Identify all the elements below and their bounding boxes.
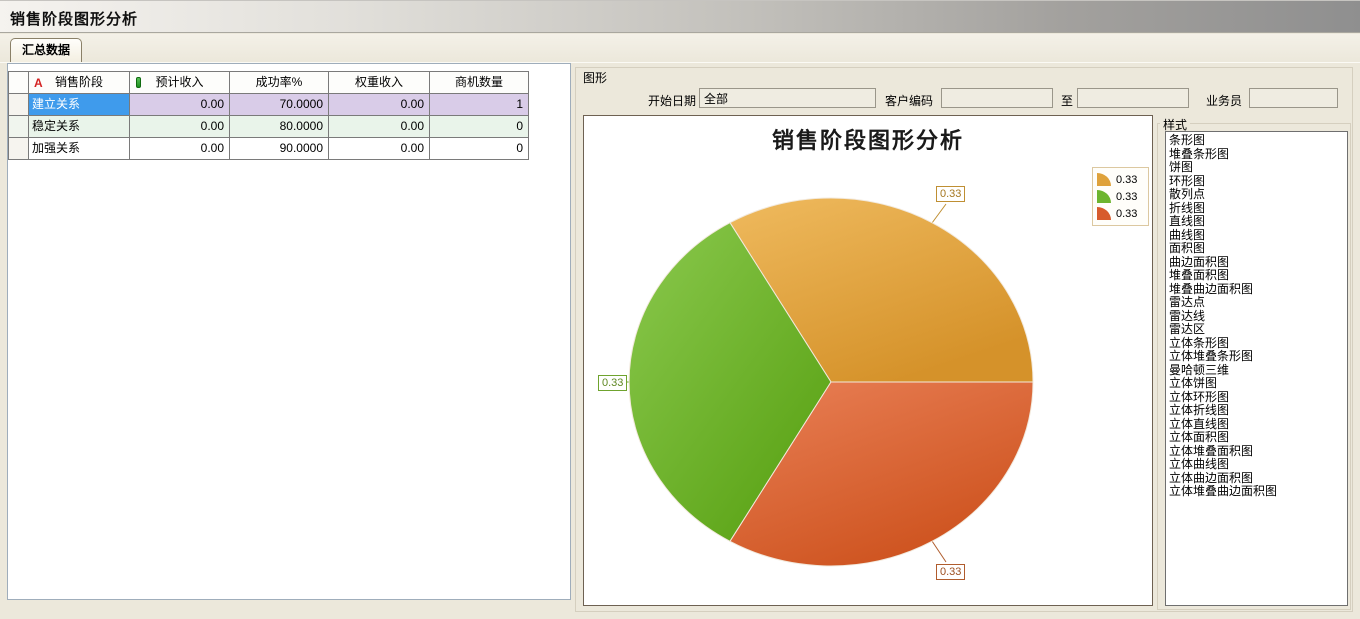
- row-selector-header[interactable]: [9, 72, 29, 94]
- legend-swatch-icon: [1097, 190, 1111, 203]
- application-window: 销售阶段图形分析 汇总数据 A 销售阶段 预计收入 成功率%: [0, 0, 1360, 619]
- style-list-item[interactable]: 立体堆叠条形图: [1169, 350, 1347, 364]
- slice-value-label: 0.33: [936, 186, 965, 202]
- number-type-icon: [136, 77, 141, 88]
- success-rate-cell: 70.0000: [230, 94, 329, 116]
- style-list-item[interactable]: 饼图: [1169, 161, 1347, 175]
- chart-legend: 0.33 0.33 0.33: [1092, 167, 1149, 226]
- style-list-item[interactable]: 直线图: [1169, 215, 1347, 229]
- tab-summary-data[interactable]: 汇总数据: [10, 38, 82, 63]
- label-connector: [932, 204, 946, 223]
- tab-strip: 汇总数据: [0, 34, 1360, 62]
- style-list-item[interactable]: 环形图: [1169, 175, 1347, 189]
- start-date-input[interactable]: [699, 88, 876, 108]
- weighted-income-cell: 0.00: [329, 116, 430, 138]
- row-selector-cell: [9, 94, 29, 116]
- column-header-expected-income[interactable]: 预计收入: [130, 72, 230, 94]
- style-list-item[interactable]: 立体直线图: [1169, 418, 1347, 432]
- chart-panel: 销售阶段图形分析 0.33 0.33 0.33 0.33 0.33 0.33: [583, 115, 1153, 606]
- text-type-icon: A: [34, 73, 43, 93]
- style-list-item[interactable]: 堆叠曲边面积图: [1169, 283, 1347, 297]
- style-list-item[interactable]: 立体面积图: [1169, 431, 1347, 445]
- title-bar: 销售阶段图形分析: [0, 0, 1360, 33]
- style-list-item[interactable]: 立体条形图: [1169, 337, 1347, 351]
- to-label: 至: [1061, 92, 1073, 109]
- style-list-item[interactable]: 立体环形图: [1169, 391, 1347, 405]
- style-list-item[interactable]: 曲线图: [1169, 229, 1347, 243]
- opportunity-count-cell: 0: [430, 138, 529, 160]
- graph-group-label: 图形: [581, 69, 609, 86]
- style-list-item[interactable]: 立体折线图: [1169, 404, 1347, 418]
- row-selector-cell: [9, 116, 29, 138]
- success-rate-cell: 80.0000: [230, 116, 329, 138]
- table-row[interactable]: 建立关系 0.00 70.0000 0.00 1: [9, 94, 529, 116]
- label-connector: [932, 541, 946, 562]
- opportunity-count-cell: 1: [430, 94, 529, 116]
- slice-value-label: 0.33: [936, 564, 965, 580]
- style-list-item[interactable]: 雷达线: [1169, 310, 1347, 324]
- customer-code-label: 客户编码: [885, 92, 933, 109]
- style-list-item[interactable]: 堆叠条形图: [1169, 148, 1347, 162]
- legend-entry: 0.33: [1097, 171, 1144, 188]
- stage-cell: 加强关系: [29, 138, 130, 160]
- customer-code-input[interactable]: [941, 88, 1053, 108]
- legend-swatch-icon: [1097, 207, 1111, 220]
- style-list-item[interactable]: 雷达点: [1169, 296, 1347, 310]
- success-rate-cell: 90.0000: [230, 138, 329, 160]
- style-list-item[interactable]: 折线图: [1169, 202, 1347, 216]
- start-date-label: 开始日期: [648, 92, 696, 109]
- weighted-income-cell: 0.00: [329, 138, 430, 160]
- legend-entry: 0.33: [1097, 205, 1144, 222]
- row-selector-cell: [9, 138, 29, 160]
- summary-table-panel: A 销售阶段 预计收入 成功率% 权重收入 商机数量: [7, 63, 571, 600]
- column-header-weighted-income[interactable]: 权重收入: [329, 72, 430, 94]
- chart-style-listbox: 条形图堆叠条形图饼图环形图散列点折线图直线图曲线图面积图曲边面积图堆叠面积图堆叠…: [1165, 131, 1348, 606]
- expected-income-cell: 0.00: [130, 138, 230, 160]
- customer-code-to-input[interactable]: [1077, 88, 1189, 108]
- style-list-item[interactable]: 立体饼图: [1169, 377, 1347, 391]
- style-list-item[interactable]: 雷达区: [1169, 323, 1347, 337]
- stage-cell: 稳定关系: [29, 116, 130, 138]
- chart-title: 销售阶段图形分析: [584, 123, 1152, 155]
- style-list-item[interactable]: 立体曲边面积图: [1169, 472, 1347, 486]
- weighted-income-cell: 0.00: [329, 94, 430, 116]
- column-header-stage[interactable]: A 销售阶段: [29, 72, 130, 94]
- page-title: 销售阶段图形分析: [10, 8, 138, 29]
- style-list-item[interactable]: 面积图: [1169, 242, 1347, 256]
- column-header-success-rate[interactable]: 成功率%: [230, 72, 329, 94]
- style-list-item[interactable]: 条形图: [1169, 134, 1347, 148]
- style-list-item[interactable]: 曲边面积图: [1169, 256, 1347, 270]
- sales-stage-table: A 销售阶段 预计收入 成功率% 权重收入 商机数量: [8, 71, 529, 160]
- style-list-item[interactable]: 立体曲线图: [1169, 458, 1347, 472]
- column-header-opportunity-count[interactable]: 商机数量: [430, 72, 529, 94]
- expected-income-cell: 0.00: [130, 94, 230, 116]
- style-list-item[interactable]: 散列点: [1169, 188, 1347, 202]
- pie-chart: [584, 116, 1152, 605]
- style-list-item[interactable]: 曼哈顿三维: [1169, 364, 1347, 378]
- stage-cell: 建立关系: [29, 94, 130, 116]
- style-list-item[interactable]: 立体堆叠面积图: [1169, 445, 1347, 459]
- salesman-input[interactable]: [1249, 88, 1338, 108]
- legend-swatch-icon: [1097, 173, 1111, 186]
- slice-value-label: 0.33: [598, 375, 627, 391]
- opportunity-count-cell: 0: [430, 116, 529, 138]
- legend-entry: 0.33: [1097, 188, 1144, 205]
- table-header-row: A 销售阶段 预计收入 成功率% 权重收入 商机数量: [9, 72, 529, 94]
- style-list-item[interactable]: 堆叠面积图: [1169, 269, 1347, 283]
- style-list-item[interactable]: 立体堆叠曲边面积图: [1169, 485, 1347, 499]
- salesman-label: 业务员: [1206, 92, 1242, 109]
- table-row[interactable]: 稳定关系 0.00 80.0000 0.00 0: [9, 116, 529, 138]
- expected-income-cell: 0.00: [130, 116, 230, 138]
- table-row[interactable]: 加强关系 0.00 90.0000 0.00 0: [9, 138, 529, 160]
